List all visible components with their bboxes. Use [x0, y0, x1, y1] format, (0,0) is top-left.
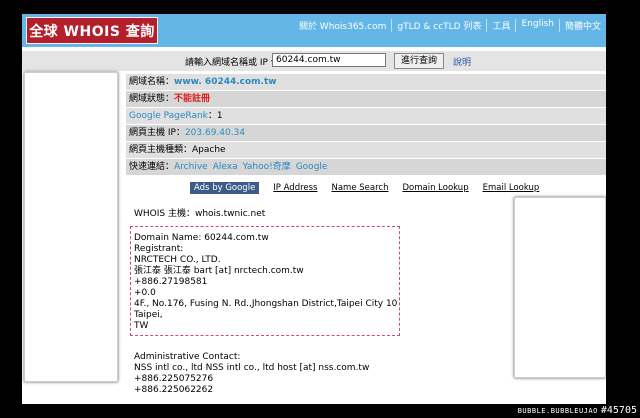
host-ip-row: 網頁主機 IP：203.69.40.34	[126, 125, 606, 141]
admin-line: Administrative Contact:	[134, 352, 241, 362]
ad-link-ip-address[interactable]: IP Address	[273, 183, 317, 193]
server-type-row: 網頁主機種類：Apache	[126, 142, 606, 158]
ad-link-name-search[interactable]: Name Search	[331, 183, 388, 193]
nav-tools[interactable]: 工具	[486, 19, 515, 32]
right-ad-panel	[514, 197, 606, 378]
watermark: BUBBLE.BUBBLEUJAO #45705	[518, 405, 637, 416]
domain-name-row: 網域名稱：www. 60244.com.tw	[126, 74, 606, 90]
nav-tld-list[interactable]: gTLD & ccTLD 列表	[391, 19, 486, 32]
admin-contact-text: Administrative Contact: NSS intl co., lt…	[134, 352, 400, 396]
record-line: +0.0	[134, 288, 156, 298]
domain-status-row: 網域狀態：不能註冊	[126, 91, 606, 107]
record-line: 4F., No.176, Fusing N. Rd.,Jhongshan Dis…	[134, 299, 398, 309]
help-link[interactable]: 說明	[453, 55, 471, 68]
domain-info-table: 網域名稱：www. 60244.com.tw 網域狀態：不能註冊 Google …	[126, 74, 606, 176]
domain-name-value[interactable]: www. 60244.com.tw	[174, 77, 277, 87]
domain-status-value: 不能註冊	[174, 94, 211, 104]
top-nav: 關於 Whois365.com gTLD & ccTLD 列表 工具 Engli…	[294, 19, 606, 32]
nav-simplified-chinese[interactable]: 簡體中文	[558, 19, 606, 32]
quick-link-archive[interactable]: Archive	[174, 162, 208, 172]
ads-by-google-label[interactable]: Ads by Google	[190, 182, 260, 194]
server-type-label: 網頁主機種類：	[129, 145, 193, 155]
record-line: Registrant:	[134, 244, 184, 254]
record-line: 張江泰 張江泰 bart [at] nrctech.com.tw	[134, 266, 304, 276]
watermark-site: BUBBLE.BUBBLEUJAO	[517, 407, 598, 415]
whois-page: 全球 WHOIS 查詢 關於 Whois365.com gTLD & ccTLD…	[22, 14, 606, 404]
record-line: Taipei,	[134, 310, 163, 320]
whois-server-line: WHOIS 主機：whois.twnic.net	[134, 209, 266, 219]
record-line: NRCTECH CO., LTD.	[134, 255, 221, 265]
server-type-value: Apache	[192, 145, 226, 155]
record-line: TW	[134, 321, 149, 331]
quick-links-label: 快速連結：	[129, 162, 175, 172]
nav-about[interactable]: 關於 Whois365.com	[294, 19, 391, 32]
whois-record-text: Domain Name: 60244.com.tw Registrant: NR…	[134, 233, 400, 332]
admin-line: +886.225075276	[134, 374, 214, 384]
record-line: Domain Name: 60244.com.tw	[134, 233, 269, 243]
quick-link-yahoo[interactable]: Yahoo!奇摩	[243, 162, 291, 172]
domain-name-label: 網域名稱：	[129, 77, 175, 87]
record-line: +886.27198581	[134, 277, 208, 287]
domain-status-label: 網域狀態：	[129, 94, 175, 104]
quick-link-google[interactable]: Google	[296, 162, 328, 172]
ad-link-email-lookup[interactable]: Email Lookup	[483, 183, 540, 193]
pagerank-link[interactable]: Google PageRank	[129, 111, 208, 121]
host-ip-label: 網頁主機 IP：	[129, 128, 185, 138]
site-header: 全球 WHOIS 查詢 關於 Whois365.com gTLD & ccTLD…	[22, 14, 606, 47]
admin-line: NSS intl co., ltd NSS intl co., ltd host…	[134, 363, 370, 373]
ad-link-domain-lookup[interactable]: Domain Lookup	[402, 183, 468, 193]
left-ad-panel	[24, 72, 118, 382]
search-bar: 請輸入網域名稱或 IP 位址 進行查詢 說明	[22, 51, 606, 71]
pagerank-row: Google PageRank：1	[126, 108, 606, 124]
quick-link-alexa[interactable]: Alexa	[213, 162, 238, 172]
watermark-id: #45705	[600, 405, 637, 416]
nav-english[interactable]: English	[515, 19, 559, 32]
quick-links-row: 快速連結：Archive Alexa Yahoo!奇摩 Google	[126, 159, 606, 175]
host-ip-value[interactable]: 203.69.40.34	[185, 128, 245, 138]
pagerank-value: ：1	[207, 111, 223, 121]
site-logo[interactable]: 全球 WHOIS 查詢	[26, 17, 158, 44]
admin-line: +886.225062262	[134, 385, 214, 395]
domain-search-input[interactable]	[272, 53, 386, 67]
search-button[interactable]: 進行查詢	[394, 53, 444, 69]
google-ads-bar: Ads by Google IP Address Name Search Dom…	[190, 182, 539, 194]
logo-text: 全球 WHOIS 查詢	[29, 23, 155, 40]
